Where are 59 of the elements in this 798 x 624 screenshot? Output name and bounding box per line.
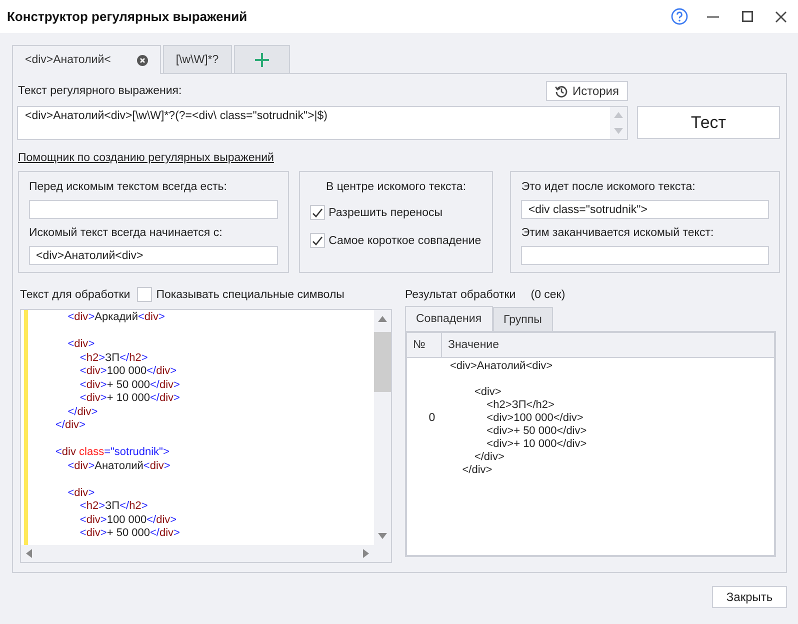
code-line: <div>100 000</div> (78, 365, 178, 378)
table-cell-text: <div>Анатолий<div> <div> <h2>ЗП</h2> <div>100 000</div> <div>+ 50 000</div> <div>+ 10 000</div> </div> </div> (449, 359, 587, 477)
starts-with-field[interactable]: <div>Анатолий<div> (29, 246, 278, 265)
scroll-left-icon[interactable] (26, 549, 32, 558)
tab[interactable]: Группы (492, 307, 553, 331)
section-label: Текст для обработки (20, 288, 130, 302)
checkbox-label[interactable]: Самое короткое совпадение (328, 234, 482, 248)
after-text-field[interactable]: <div class="sotrudnik"> (521, 200, 769, 219)
field-label: Текст регулярного выражения: (18, 84, 182, 98)
field-label: Это идет после искомого текста: (521, 180, 696, 194)
tab[interactable]: Совпадения (405, 306, 493, 331)
tab[interactable]: <div>Анатолий< (12, 45, 161, 74)
close-button[interactable]: Закрыть (712, 586, 787, 608)
test-button[interactable]: Тест (637, 106, 780, 139)
section-label: Результат обработки (405, 288, 516, 302)
scroll-right-icon[interactable] (363, 549, 369, 558)
helper-link[interactable]: Помощник по созданию регулярных выражений (18, 152, 274, 164)
code-line: <div>100 000</div> (78, 514, 178, 527)
code-line: <div class="sotrudnik"> (54, 446, 170, 460)
scroll-up-icon[interactable] (378, 316, 387, 322)
column-header: № (407, 333, 442, 357)
code-line: <div> (66, 338, 96, 352)
history-button[interactable]: История (546, 81, 628, 101)
code-line: <div> (66, 486, 96, 500)
checkbox[interactable] (310, 205, 325, 220)
field-label: Перед искомым текстом всегда есть: (29, 180, 228, 194)
ends-with-field[interactable] (521, 246, 769, 265)
checkbox[interactable] (137, 287, 152, 302)
column-header: Значение (447, 338, 500, 353)
field-label: Искомый текст всегда начинается с: (29, 226, 224, 240)
help-icon[interactable] (670, 8, 688, 25)
close-icon[interactable] (775, 10, 787, 22)
scrollbar-thumb[interactable] (374, 332, 391, 392)
checkbox-label[interactable]: Показывать специальные символы (156, 288, 344, 302)
close-tab-icon[interactable] (136, 54, 148, 66)
field-label: Этим заканчивается искомый текст: (521, 226, 715, 240)
window-title: Конструктор регулярных выражений (7, 10, 248, 24)
plus-icon[interactable] (254, 52, 269, 66)
code-line: <div>+ 50 000</div> (78, 527, 180, 540)
maximize-icon[interactable] (742, 11, 752, 22)
checkbox-label[interactable]: Разрешить переносы (328, 206, 443, 220)
minimize-icon[interactable] (707, 16, 719, 18)
history-icon (555, 84, 568, 98)
code-line: <h2>ЗП</h2> (78, 500, 149, 514)
code-line: </div> (54, 419, 86, 432)
table-cell-text: 0 (428, 410, 436, 426)
code-line: <div>Анатолий<div> (66, 460, 172, 473)
processing-time: (0 сек) (530, 288, 566, 302)
code-line: <div>+ 10 000</div> (78, 392, 180, 406)
before-text-field[interactable] (29, 200, 278, 219)
code-line: <h2>ЗП</h2> (78, 352, 149, 365)
group-title: В центре искомого текста: (324, 180, 468, 194)
code-line: <div>+ 50 000</div> (78, 378, 180, 392)
tab[interactable]: [\w\W]*? (162, 45, 232, 73)
code-line: <div>Аркадий<div> (66, 311, 166, 324)
scroll-down-icon[interactable] (378, 533, 387, 539)
code-line: </div> (66, 406, 99, 419)
add-tab-button[interactable] (234, 45, 290, 73)
checkbox[interactable] (310, 233, 325, 248)
